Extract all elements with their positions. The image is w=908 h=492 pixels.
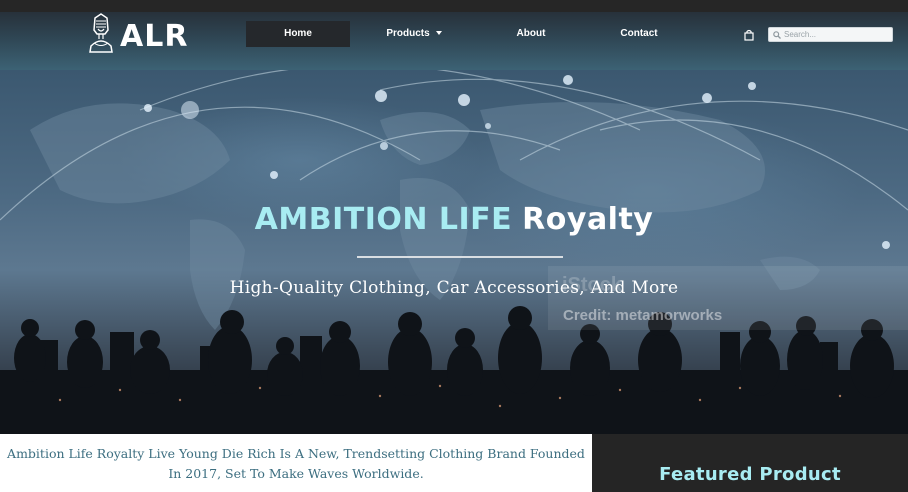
hero-divider <box>357 256 563 258</box>
nav-products[interactable]: Products <box>350 21 478 47</box>
hero-title-part1: AMBITION LIFE <box>254 202 513 237</box>
watermark-credit: Credit: metamorworks <box>563 307 723 324</box>
nav-products-label: Products <box>386 28 430 39</box>
intro-section: Ambition Life Royalty Live Young Die Ric… <box>0 434 592 492</box>
nav-about-label: About <box>516 28 546 39</box>
hero-subtitle: High-Quality Clothing, Car Accessories, … <box>229 278 679 298</box>
nav-about[interactable]: About <box>478 21 584 47</box>
nav-home[interactable]: Home <box>246 21 350 47</box>
top-strip <box>0 0 908 12</box>
nav-home-label: Home <box>284 28 312 39</box>
hero-banner: iStock Credit: metamorworks AMBITION LIF… <box>0 70 908 434</box>
hero-title: AMBITION LIFE Royalty <box>0 202 908 237</box>
search-box <box>768 27 893 42</box>
hero-title-part2: Royalty <box>522 202 654 237</box>
search-input[interactable] <box>781 28 884 41</box>
world-map-skyline-image <box>0 70 908 434</box>
site-header: ALR Home Products About Contact <box>0 12 908 70</box>
site-logo[interactable]: ALR <box>86 12 188 60</box>
intro-text: Ambition Life Royalty Live Young Die Ric… <box>7 446 585 481</box>
nav-contact[interactable]: Contact <box>584 21 694 47</box>
logo-text: ALR <box>120 18 189 54</box>
featured-heading: Featured Product <box>659 464 841 485</box>
main-nav: Home Products About Contact <box>246 21 694 47</box>
search-icon[interactable] <box>773 30 781 39</box>
caret-down-icon <box>435 31 442 36</box>
featured-section: Featured Product <box>592 434 908 492</box>
pharaoh-bust-icon <box>89 13 113 53</box>
nav-contact-label: Contact <box>620 28 658 39</box>
shopping-bag-icon[interactable] <box>744 29 754 41</box>
